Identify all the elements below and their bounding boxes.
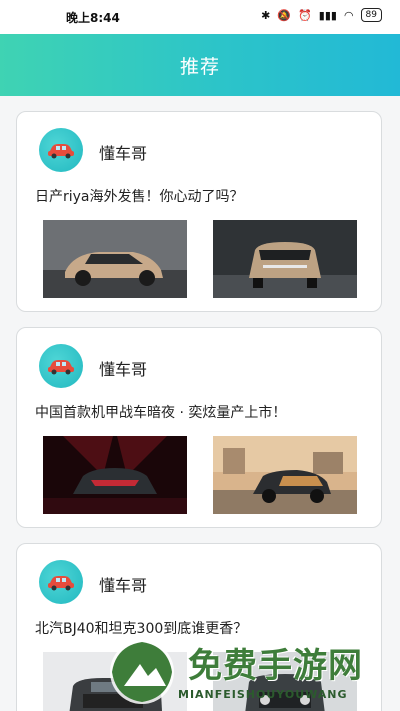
car-icon (48, 360, 74, 375)
author-name[interactable]: 懂车哥 (99, 572, 147, 596)
watermark-subtitle: MIANFEISHOUYOUWANG (178, 688, 348, 701)
watermark-title: 免费手游网 (188, 646, 363, 686)
watermark: 免费手游网 MIANFEISHOUYOUWANG (104, 636, 394, 711)
post-title[interactable]: 北汽BJ40和坦克300到底谁更香？ (35, 618, 247, 638)
car-icon (48, 144, 74, 159)
signal-icon: ▮▮▮ (318, 8, 337, 22)
post-image[interactable] (43, 436, 187, 514)
battery-icon: 89 (360, 8, 382, 22)
post-image[interactable] (43, 220, 187, 298)
alarm-icon: ⏰ (298, 8, 312, 22)
post-feed[interactable]: 懂车哥 日产riya海外发售！你心动了吗？ 懂车哥 中国首款机甲战车暗夜 · 奕… (0, 96, 400, 711)
watermark-logo-icon (110, 640, 174, 704)
post-image[interactable] (213, 220, 357, 298)
status-time: 晚上8:44 (66, 11, 120, 25)
top-header: 推荐 (0, 34, 400, 96)
mute-icon: 🔕 (277, 8, 292, 22)
page-title: 推荐 (179, 55, 220, 78)
post-title[interactable]: 日产riya海外发售！你心动了吗？ (35, 186, 244, 206)
author-avatar[interactable] (39, 128, 83, 172)
status-icons: ✱ 🔕 ⏰ ▮▮▮ ◠ 89 (261, 8, 382, 22)
bluetooth-icon: ✱ (261, 8, 271, 22)
author-avatar[interactable] (39, 560, 83, 604)
car-icon (48, 576, 74, 591)
author-name[interactable]: 懂车哥 (99, 140, 147, 164)
author-name[interactable]: 懂车哥 (99, 356, 147, 380)
wifi-icon: ◠ (343, 8, 354, 22)
post-title[interactable]: 中国首款机甲战车暗夜 · 奕炫量产上市！ (35, 402, 286, 422)
author-avatar[interactable] (39, 344, 83, 388)
post-image[interactable] (213, 436, 357, 514)
post-card[interactable]: 懂车哥 中国首款机甲战车暗夜 · 奕炫量产上市！ (16, 327, 382, 528)
post-card[interactable]: 懂车哥 日产riya海外发售！你心动了吗？ (16, 111, 382, 312)
status-bar: 晚上8:44 ✱ 🔕 ⏰ ▮▮▮ ◠ 89 (0, 0, 400, 34)
